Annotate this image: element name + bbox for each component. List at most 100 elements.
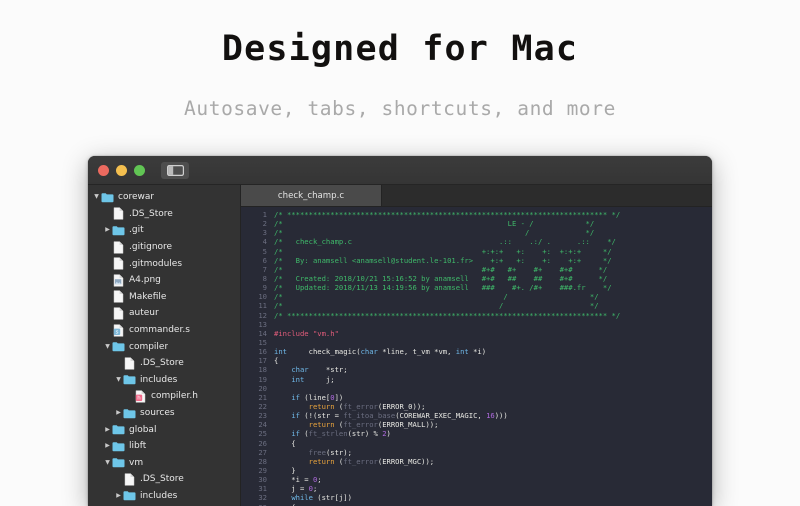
file-icon [112, 307, 125, 320]
code-line-text: j = 0; [274, 484, 317, 493]
code-line-text: /* / */ [274, 301, 599, 310]
file-tree-item-label: commander.s [129, 325, 190, 335]
file-tree-item[interactable]: ▶ .DS_Store [88, 355, 240, 372]
line-number: 20 [241, 384, 274, 393]
close-button[interactable] [98, 165, 109, 176]
file-tree-item[interactable]: ▼vm [88, 455, 240, 472]
tab-check-champ-c[interactable]: check_champ.c [241, 185, 382, 206]
code-line-text: while (str[j]) [274, 493, 352, 502]
code-line: 17{ [241, 356, 712, 365]
code-line-text: /* Updated: 2018/11/13 14:19:56 by anams… [274, 283, 612, 292]
line-number: 2 [241, 219, 274, 228]
disclosure-triangle-closed-icon[interactable]: ▶ [103, 427, 112, 433]
code-line: 25 if (ft_strlen(str) % 2) [241, 429, 712, 438]
folder-icon [123, 407, 136, 420]
page-subtitle: Autosave, tabs, shortcuts, and more [0, 97, 800, 120]
line-number: 8 [241, 274, 274, 283]
disclosure-triangle-open-icon[interactable]: ▼ [114, 377, 123, 383]
line-number: 12 [241, 311, 274, 320]
file-tree-item[interactable]: ▶ global [88, 421, 240, 438]
file-tree-item[interactable]: ▼compiler [88, 338, 240, 355]
file-tree-item[interactable]: ▶A4.png [88, 272, 240, 289]
file-tree-item[interactable]: ▶.gitmodules [88, 255, 240, 272]
disclosure-spacer: ▶ [103, 294, 112, 300]
line-number: 15 [241, 338, 274, 347]
code-line-text: int j; [274, 375, 335, 384]
file-tree-item[interactable]: ▶Makefile [88, 289, 240, 306]
file-tree-item[interactable]: ▼ includes [88, 372, 240, 389]
disclosure-triangle-closed-icon[interactable]: ▶ [114, 493, 123, 499]
disclosure-triangle-closed-icon[interactable]: ▶ [103, 443, 112, 449]
minimize-button[interactable] [116, 165, 127, 176]
svg-text:h: h [137, 396, 140, 402]
disclosure-spacer: ▶ [103, 327, 112, 333]
tab-bar-filler [382, 185, 712, 206]
file-tree-item[interactable]: ▶ auteur [88, 305, 240, 322]
file-tree-item-label: global [129, 425, 156, 435]
file-tree-item[interactable]: ▶.git [88, 222, 240, 239]
code-line: 2/* LE - / */ [241, 219, 712, 228]
file-tree-item[interactable]: ▼corewar [88, 189, 240, 206]
file-tree-item[interactable]: ▶libft [88, 438, 240, 455]
disclosure-spacer: ▶ [103, 211, 112, 217]
line-number: 10 [241, 292, 274, 301]
folder-icon [112, 456, 125, 469]
line-number: 3 [241, 228, 274, 237]
line-number: 26 [241, 439, 274, 448]
code-line-text: { [274, 503, 296, 506]
line-number: 27 [241, 448, 274, 457]
disclosure-triangle-open-icon[interactable]: ▼ [103, 344, 112, 350]
toggle-sidebar-button[interactable] [161, 162, 189, 179]
file-tree-item[interactable]: ▶sources [88, 405, 240, 422]
code-line-text: #include "vm.h" [274, 329, 339, 338]
file-tree-item[interactable]: ▶scommander.s [88, 322, 240, 339]
line-number: 4 [241, 237, 274, 246]
file-tree-item-label: .DS_Store [140, 358, 184, 368]
disclosure-triangle-open-icon[interactable]: ▼ [103, 460, 112, 466]
code-line: 3/* / */ [241, 228, 712, 237]
disclosure-spacer: ▶ [103, 310, 112, 316]
line-number: 6 [241, 256, 274, 265]
file-tree-sidebar[interactable]: ▼corewar ▶ .DS_Store ▶.git▶.gitignore▶.gitm… [88, 185, 241, 506]
file-icon [112, 257, 125, 270]
file-tree-item-label: includes [140, 375, 177, 385]
code-line-text: /* *************************************… [274, 210, 620, 219]
folder-icon [123, 373, 136, 386]
code-line: 19 int j; [241, 375, 712, 384]
disclosure-spacer: ▶ [103, 244, 112, 250]
code-line: 22 return (ft_error(ERROR_0)); [241, 402, 712, 411]
code-line: 5/* +:+:+ +: +: +:+:+ */ [241, 247, 712, 256]
file-tree-item[interactable]: ▶.gitignore [88, 239, 240, 256]
disclosure-triangle-open-icon[interactable]: ▼ [92, 194, 101, 200]
disclosure-triangle-closed-icon[interactable]: ▶ [114, 410, 123, 416]
line-number: 22 [241, 402, 274, 411]
code-line-text: if (ft_strlen(str) % 2) [274, 429, 391, 438]
code-line: 16int check_magic(char *line, t_vm *vm, … [241, 347, 712, 356]
disclosure-triangle-closed-icon[interactable]: ▶ [103, 227, 112, 233]
file-icon [112, 207, 125, 220]
disclosure-spacer: ▶ [125, 393, 134, 399]
line-number: 16 [241, 347, 274, 356]
file-tree-item[interactable]: ▶.DS_Store [88, 206, 240, 223]
file-tree-item-label: auteur [129, 308, 159, 318]
file-tree-item[interactable]: ▶h compiler.h [88, 388, 240, 405]
code-editor-area[interactable]: 1/* ************************************… [241, 207, 712, 506]
line-number: 18 [241, 365, 274, 374]
zoom-button[interactable] [134, 165, 145, 176]
line-number: 19 [241, 375, 274, 384]
code-line: 28 return (ft_error(ERROR_MGC)); [241, 457, 712, 466]
disclosure-spacer: ▶ [103, 277, 112, 283]
folder-icon [123, 489, 136, 502]
file-tree-item-label: compiler.h [151, 391, 198, 401]
code-line: 32 while (str[j]) [241, 493, 712, 502]
editor-pane: check_champ.c 1/* **********************… [241, 185, 712, 506]
code-line-text: /* check_champ.c .:: .:/ . .:: */ [274, 237, 616, 246]
file-tree-item[interactable]: ▶.DS_Store [88, 471, 240, 488]
folder-icon [101, 191, 114, 204]
disclosure-spacer: ▶ [114, 360, 123, 366]
line-number: 31 [241, 484, 274, 493]
line-number: 33 [241, 503, 274, 506]
file-tree-item[interactable]: ▶includes [88, 488, 240, 505]
file-icon: h [134, 390, 147, 403]
code-line-text: { [274, 356, 278, 365]
